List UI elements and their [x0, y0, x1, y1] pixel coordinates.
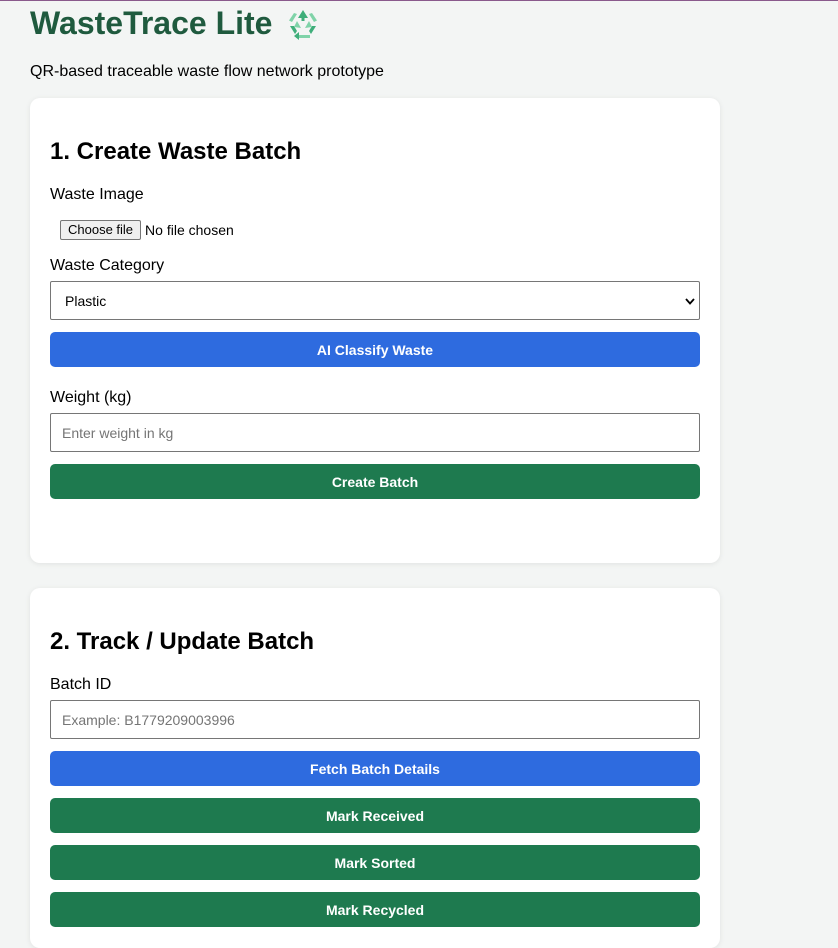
track-batch-heading: 2. Track / Update Batch: [50, 628, 315, 655]
waste-image-label: Waste Image: [50, 186, 144, 203]
mark-recycled-button[interactable]: Mark Recycled: [50, 892, 700, 927]
waste-image-file-input: Choose file No file chosen: [60, 220, 234, 240]
file-status-text: No file chosen: [145, 222, 234, 238]
chevron-down-icon: [685, 297, 695, 305]
create-batch-heading: 1. Create Waste Batch: [50, 138, 302, 165]
mark-received-button[interactable]: Mark Received: [50, 798, 700, 833]
batch-id-input[interactable]: [50, 700, 700, 739]
waste-category-label: Waste Category: [50, 257, 165, 274]
mark-sorted-button[interactable]: Mark Sorted: [50, 845, 700, 880]
weight-label: Weight (kg): [50, 389, 132, 406]
app-subtitle: QR-based traceable waste flow network pr…: [30, 63, 384, 80]
app-title: WasteTrace Lite: [30, 5, 320, 42]
choose-file-button[interactable]: Choose file: [60, 220, 142, 240]
create-batch-card: 1. Create Waste Batch Waste Image Choose…: [30, 98, 720, 563]
fetch-batch-details-button[interactable]: Fetch Batch Details: [50, 751, 700, 786]
weight-input[interactable]: [50, 413, 700, 452]
ai-classify-waste-button[interactable]: AI Classify Waste: [50, 332, 700, 367]
create-batch-button[interactable]: Create Batch: [50, 464, 700, 499]
recycle-icon: [286, 7, 320, 41]
app-title-text: WasteTrace Lite: [30, 5, 273, 41]
track-batch-card: 2. Track / Update Batch Batch ID Fetch B…: [30, 588, 720, 948]
batch-id-label: Batch ID: [50, 676, 112, 693]
waste-category-selected: Plastic: [65, 292, 107, 309]
waste-category-select[interactable]: Plastic: [50, 281, 700, 320]
